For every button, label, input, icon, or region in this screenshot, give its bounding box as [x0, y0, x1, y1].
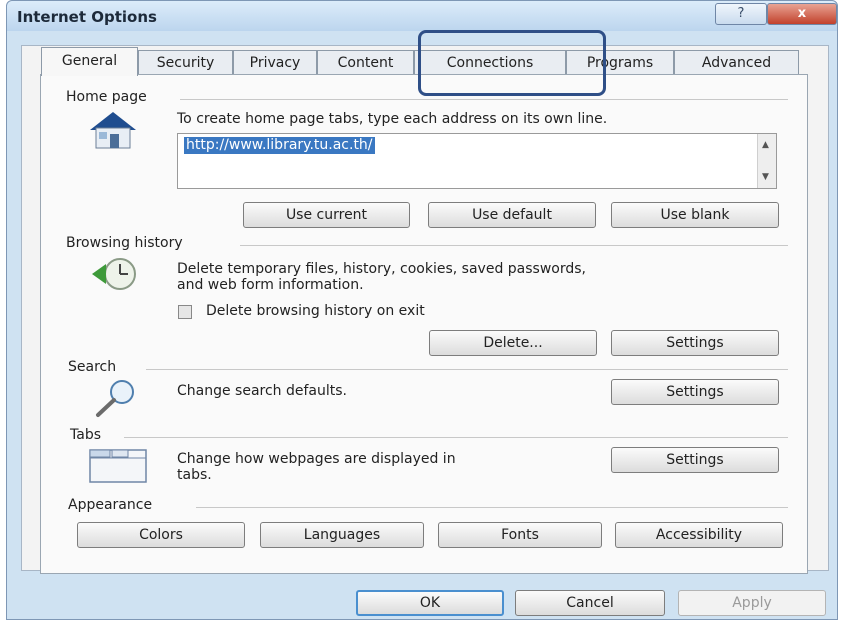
- languages-button[interactable]: Languages: [260, 522, 424, 548]
- title-bar[interactable]: Internet Options ? x: [7, 1, 837, 31]
- tab-security[interactable]: Security: [138, 50, 233, 75]
- delete-button[interactable]: Delete...: [429, 330, 597, 356]
- tabs-group-label: Tabs: [70, 427, 107, 443]
- history-clock-icon: [92, 258, 136, 290]
- tabs-window-icon: [89, 449, 147, 483]
- browsing-history-settings-button[interactable]: Settings: [611, 330, 779, 356]
- fonts-button[interactable]: Fonts: [438, 522, 602, 548]
- house-icon: [90, 112, 136, 149]
- use-default-button[interactable]: Use default: [428, 202, 596, 228]
- browsing-history-divider: [240, 245, 788, 246]
- browsing-history-description-line1: Delete temporary files, history, cookies…: [177, 261, 586, 277]
- search-group-label: Search: [68, 359, 123, 375]
- connections-tab-highlight: [418, 30, 606, 96]
- home-page-description: To create home page tabs, type each addr…: [177, 111, 608, 127]
- magnifier-icon: [96, 380, 134, 417]
- use-current-button[interactable]: Use current: [243, 202, 410, 228]
- home-page-url-textarea[interactable]: http://www.library.tu.ac.th/ ▲ ▼: [177, 133, 777, 189]
- colors-button[interactable]: Colors: [77, 522, 245, 548]
- scroll-up-icon[interactable]: ▲: [762, 140, 769, 150]
- browsing-history-group-label: Browsing history: [66, 235, 189, 251]
- home-page-group-label: Home page: [66, 89, 153, 105]
- appearance-divider: [196, 507, 788, 508]
- delete-history-on-exit-label[interactable]: Delete browsing history on exit: [206, 303, 425, 320]
- tab-general[interactable]: General: [41, 47, 138, 76]
- textarea-scrollbar[interactable]: ▲ ▼: [757, 134, 776, 188]
- browsing-history-description-line2: and web form information.: [177, 277, 364, 293]
- tabs-description-line1: Change how webpages are displayed in: [177, 451, 456, 467]
- cancel-button[interactable]: Cancel: [515, 590, 665, 616]
- ok-button[interactable]: OK: [356, 590, 504, 616]
- tab-privacy[interactable]: Privacy: [233, 50, 317, 75]
- apply-button[interactable]: Apply: [678, 590, 826, 616]
- scroll-down-icon[interactable]: ▼: [762, 172, 769, 182]
- use-blank-button[interactable]: Use blank: [611, 202, 779, 228]
- search-settings-button[interactable]: Settings: [611, 379, 779, 405]
- home-page-divider: [180, 99, 788, 100]
- tabs-divider: [124, 437, 788, 438]
- appearance-group-label: Appearance: [68, 497, 159, 513]
- tab-advanced[interactable]: Advanced: [674, 50, 799, 75]
- close-button[interactable]: x: [767, 3, 837, 25]
- search-description: Change search defaults.: [177, 383, 348, 399]
- accessibility-button[interactable]: Accessibility: [615, 522, 783, 548]
- home-page-url: http://www.library.tu.ac.th/: [184, 137, 375, 154]
- tabs-description-line2: tabs.: [177, 467, 212, 483]
- tabs-settings-button[interactable]: Settings: [611, 447, 779, 473]
- search-divider: [146, 369, 788, 370]
- tab-content[interactable]: Content: [317, 50, 414, 75]
- help-button[interactable]: ?: [715, 3, 767, 25]
- delete-history-on-exit-checkbox[interactable]: [178, 305, 192, 319]
- window-title: Internet Options: [17, 8, 157, 26]
